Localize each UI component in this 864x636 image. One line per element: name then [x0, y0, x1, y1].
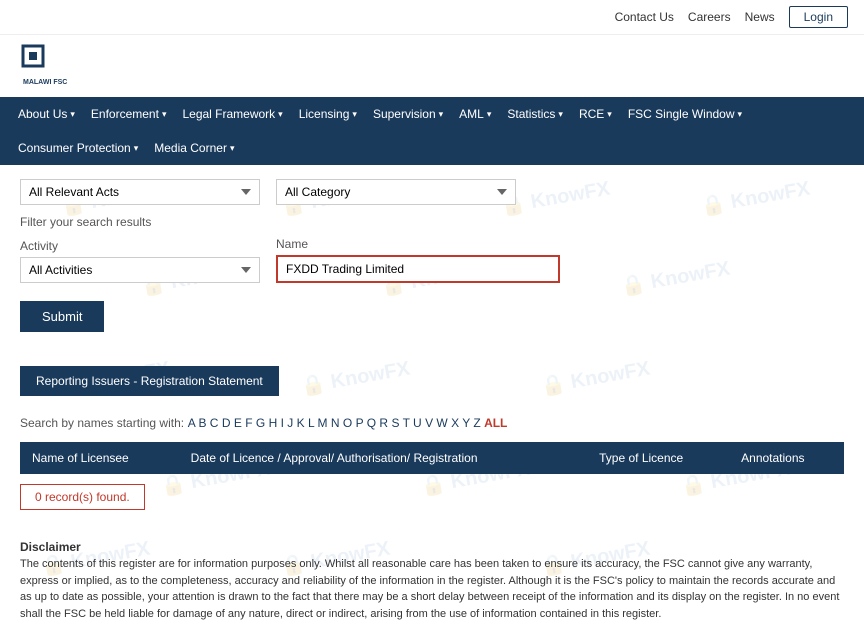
alpha-N[interactable]: N [331, 416, 340, 430]
alpha-F[interactable]: F [245, 416, 252, 430]
alpha-E[interactable]: E [234, 416, 242, 430]
alpha-K[interactable]: K [297, 416, 305, 430]
activity-label: Activity [20, 239, 260, 253]
chevron-down-icon: ▾ [230, 143, 235, 154]
alpha-W[interactable]: W [436, 416, 447, 430]
nav-supervision[interactable]: Supervision ▾ [365, 97, 451, 131]
alpha-Z[interactable]: Z [473, 416, 480, 430]
alpha-U[interactable]: U [413, 416, 422, 430]
alpha-O[interactable]: O [343, 416, 352, 430]
nav-aml[interactable]: AML ▾ [451, 97, 499, 131]
alpha-A[interactable]: A [188, 416, 195, 430]
name-input-wrapper [276, 255, 560, 283]
reporting-section: Reporting Issuers - Registration Stateme… [20, 348, 844, 396]
name-input[interactable] [278, 257, 558, 281]
chevron-down-icon: ▾ [70, 109, 75, 120]
chevron-down-icon: ▾ [439, 109, 444, 120]
reporting-issuers-button[interactable]: Reporting Issuers - Registration Stateme… [20, 366, 279, 396]
filter-title: Filter your search results [20, 215, 844, 229]
no-records-message: 0 record(s) found. [20, 484, 145, 510]
category-filter[interactable]: All Category [276, 179, 516, 205]
header: MALAWI FSC [0, 35, 864, 97]
nav-media-corner[interactable]: Media Corner ▾ [146, 131, 242, 165]
alpha-ALL[interactable]: ALL [484, 416, 507, 430]
name-label: Name [276, 237, 560, 251]
alpha-G[interactable]: G [256, 416, 265, 430]
disclaimer-section: Disclaimer The contents of this register… [20, 538, 844, 622]
chevron-down-icon: ▾ [607, 109, 612, 120]
top-bar: Contact Us Careers News Login [0, 0, 864, 35]
nav-statistics[interactable]: Statistics ▾ [499, 97, 571, 131]
chevron-down-icon: ▾ [278, 109, 283, 120]
news-link[interactable]: News [745, 10, 775, 24]
submit-button[interactable]: Submit [20, 301, 104, 332]
results-table: Name of Licensee Date of Licence / Appro… [20, 442, 844, 474]
nav-fsc-single-window[interactable]: FSC Single Window ▾ [620, 97, 750, 131]
chevron-down-icon: ▾ [134, 143, 139, 154]
alpha-C[interactable]: C [210, 416, 219, 430]
activity-filter[interactable]: All Activities [20, 257, 260, 283]
col-type-licence: Type of Licence [587, 442, 729, 474]
chevron-down-icon: ▾ [558, 109, 563, 120]
alpha-M[interactable]: M [318, 416, 328, 430]
nav-legal-framework[interactable]: Legal Framework ▾ [174, 97, 290, 131]
nav-consumer-protection[interactable]: Consumer Protection ▾ [10, 131, 146, 165]
alpha-letters: A B C D E F G H I J K L M N O P Q R S T … [188, 416, 508, 430]
nav-about-us[interactable]: About Us ▾ [10, 97, 83, 131]
alpha-S[interactable]: S [391, 416, 399, 430]
alpha-D[interactable]: D [222, 416, 231, 430]
alpha-prefix: Search by names starting with: [20, 416, 184, 430]
nav-licensing[interactable]: Licensing ▾ [291, 97, 365, 131]
alpha-J[interactable]: J [287, 416, 293, 430]
main-content: 🔒 KnowFX 🔒 KnowFX 🔒 KnowFX 🔒 KnowFX 🔒 Kn… [0, 165, 864, 636]
disclaimer-text: The contents of this register are for in… [20, 556, 844, 622]
careers-link[interactable]: Careers [688, 10, 731, 24]
acts-filter[interactable]: All Relevant Acts [20, 179, 260, 205]
alpha-H[interactable]: H [269, 416, 278, 430]
alpha-Y[interactable]: Y [462, 416, 470, 430]
col-annotations: Annotations [729, 442, 844, 474]
alpha-V[interactable]: V [425, 416, 433, 430]
chevron-down-icon: ▾ [487, 109, 492, 120]
table-header: Name of Licensee Date of Licence / Appro… [20, 442, 844, 474]
disclaimer-title: Disclaimer [20, 538, 844, 556]
alpha-T[interactable]: T [403, 416, 410, 430]
filter-row-top: All Relevant Acts All Category [20, 179, 844, 205]
col-name-licensee: Name of Licensee [20, 442, 179, 474]
svg-text:MALAWI FSC: MALAWI FSC [23, 79, 67, 86]
navbar: About Us ▾ Enforcement ▾ Legal Framework… [0, 97, 864, 165]
activity-name-row: Activity All Activities Name [20, 237, 844, 283]
nav-rce[interactable]: RCE ▾ [571, 97, 620, 131]
alpha-search-section: Search by names starting with: A B C D E… [20, 416, 844, 430]
activity-column: Activity All Activities [20, 239, 260, 283]
alpha-R[interactable]: R [379, 416, 388, 430]
alpha-P[interactable]: P [356, 416, 364, 430]
logo: MALAWI FSC [16, 41, 76, 91]
chevron-down-icon: ▾ [162, 109, 167, 120]
alpha-L[interactable]: L [308, 416, 314, 430]
contact-us-link[interactable]: Contact Us [615, 10, 674, 24]
col-date-licence: Date of Licence / Approval/ Authorisatio… [179, 442, 587, 474]
name-column: Name [276, 237, 560, 283]
chevron-down-icon: ▾ [738, 109, 743, 120]
alpha-X[interactable]: X [451, 416, 459, 430]
alpha-I[interactable]: I [281, 416, 284, 430]
alpha-B[interactable]: B [198, 416, 206, 430]
nav-enforcement[interactable]: Enforcement ▾ [83, 97, 175, 131]
alpha-Q[interactable]: Q [367, 416, 376, 430]
chevron-down-icon: ▾ [352, 109, 357, 120]
login-button[interactable]: Login [789, 6, 848, 28]
